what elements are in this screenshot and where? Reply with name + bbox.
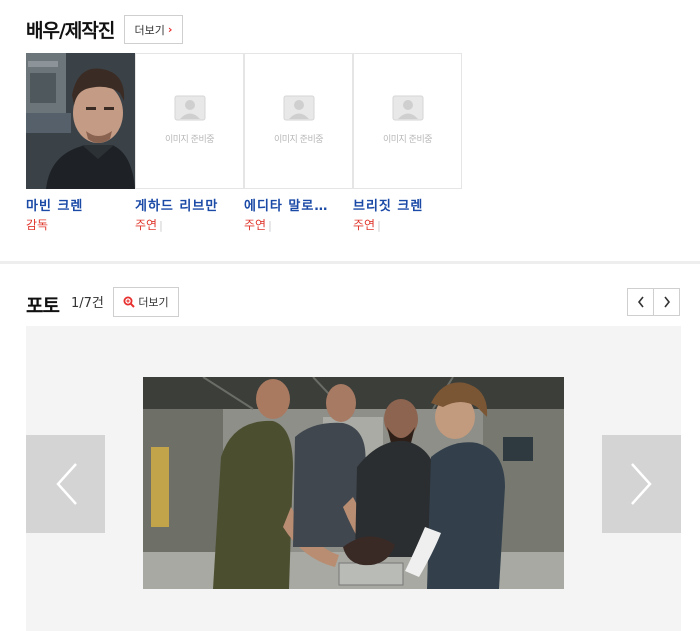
cast-card[interactable]: 이미지 준비중 브리짓 크렌 주연 | [353, 53, 462, 233]
zoom-icon [123, 296, 136, 308]
role-separator: | [377, 219, 381, 232]
chevron-right-icon [663, 296, 670, 308]
cast-role-label: 주연 [244, 218, 267, 232]
image-placeholder: 이미지 준비중 [354, 94, 461, 145]
cast-card[interactable]: 마빈 크렌 감독 [26, 53, 135, 233]
cast-role: 감독 [26, 216, 135, 233]
chevron-right-icon: › [167, 23, 173, 36]
portrait-photo [26, 53, 135, 189]
cast-role: 주연 | [135, 216, 244, 233]
cast-card[interactable]: 이미지 준비중 에디타 말로… 주연 | [244, 53, 353, 233]
cast-name[interactable]: 브리짓 크렌 [353, 195, 457, 214]
cast-role-label: 주연 [135, 218, 158, 232]
chevron-left-icon [637, 296, 644, 308]
cast-photo[interactable]: 이미지 준비중 [244, 53, 353, 189]
cast-role: 주연 | [353, 216, 462, 233]
photo-pager [627, 288, 680, 316]
image-placeholder: 이미지 준비중 [136, 94, 243, 145]
placeholder-text: 이미지 준비중 [273, 135, 324, 145]
cast-section-title: 배우/제작진 [26, 20, 115, 42]
placeholder-text: 이미지 준비중 [164, 135, 215, 145]
section-divider [0, 261, 700, 264]
cast-photo[interactable]: 이미지 준비중 [135, 53, 244, 189]
cast-role: 주연 | [244, 216, 353, 233]
cast-more-label: 더보기 [134, 23, 165, 37]
main-photo[interactable] [143, 377, 564, 589]
chevron-left-icon [55, 463, 77, 505]
placeholder-text: 이미지 준비중 [382, 135, 433, 145]
photo-more-label: 더보기 [138, 296, 169, 309]
image-placeholder-icon [392, 95, 423, 121]
image-placeholder-icon [283, 95, 314, 121]
cast-role-label: 감독 [26, 218, 49, 232]
cast-name[interactable]: 게하드 리브만 [135, 195, 239, 214]
prev-page-button[interactable] [627, 288, 654, 316]
photo-viewer [26, 326, 681, 631]
cast-photo[interactable]: 이미지 준비중 [353, 53, 462, 189]
cast-name[interactable]: 에디타 말로… [244, 195, 348, 214]
cast-card[interactable]: 이미지 준비중 게하드 리브만 주연 | [135, 53, 244, 233]
cast-name[interactable]: 마빈 크렌 [26, 195, 130, 214]
image-placeholder: 이미지 준비중 [245, 94, 352, 145]
cast-more-button[interactable]: 더보기 › [124, 15, 183, 44]
next-page-button[interactable] [653, 288, 680, 316]
cast-role-label: 주연 [353, 218, 376, 232]
role-separator: | [268, 219, 272, 232]
role-separator: | [159, 219, 163, 232]
movie-still-photo [143, 377, 564, 589]
chevron-right-icon [630, 463, 652, 505]
cast-list: 마빈 크렌 감독 이미지 준비중 게하드 리브만 주연 | 이미지 준비중 에디… [26, 53, 462, 233]
cast-photo[interactable] [26, 53, 135, 189]
prev-photo-button[interactable] [26, 435, 105, 533]
next-photo-button[interactable] [602, 435, 681, 533]
photo-more-button[interactable]: 더보기 [113, 287, 179, 317]
photo-counter: 1/7건 [71, 296, 104, 311]
image-placeholder-icon [174, 95, 205, 121]
photo-section-title: 포토 [26, 295, 60, 317]
